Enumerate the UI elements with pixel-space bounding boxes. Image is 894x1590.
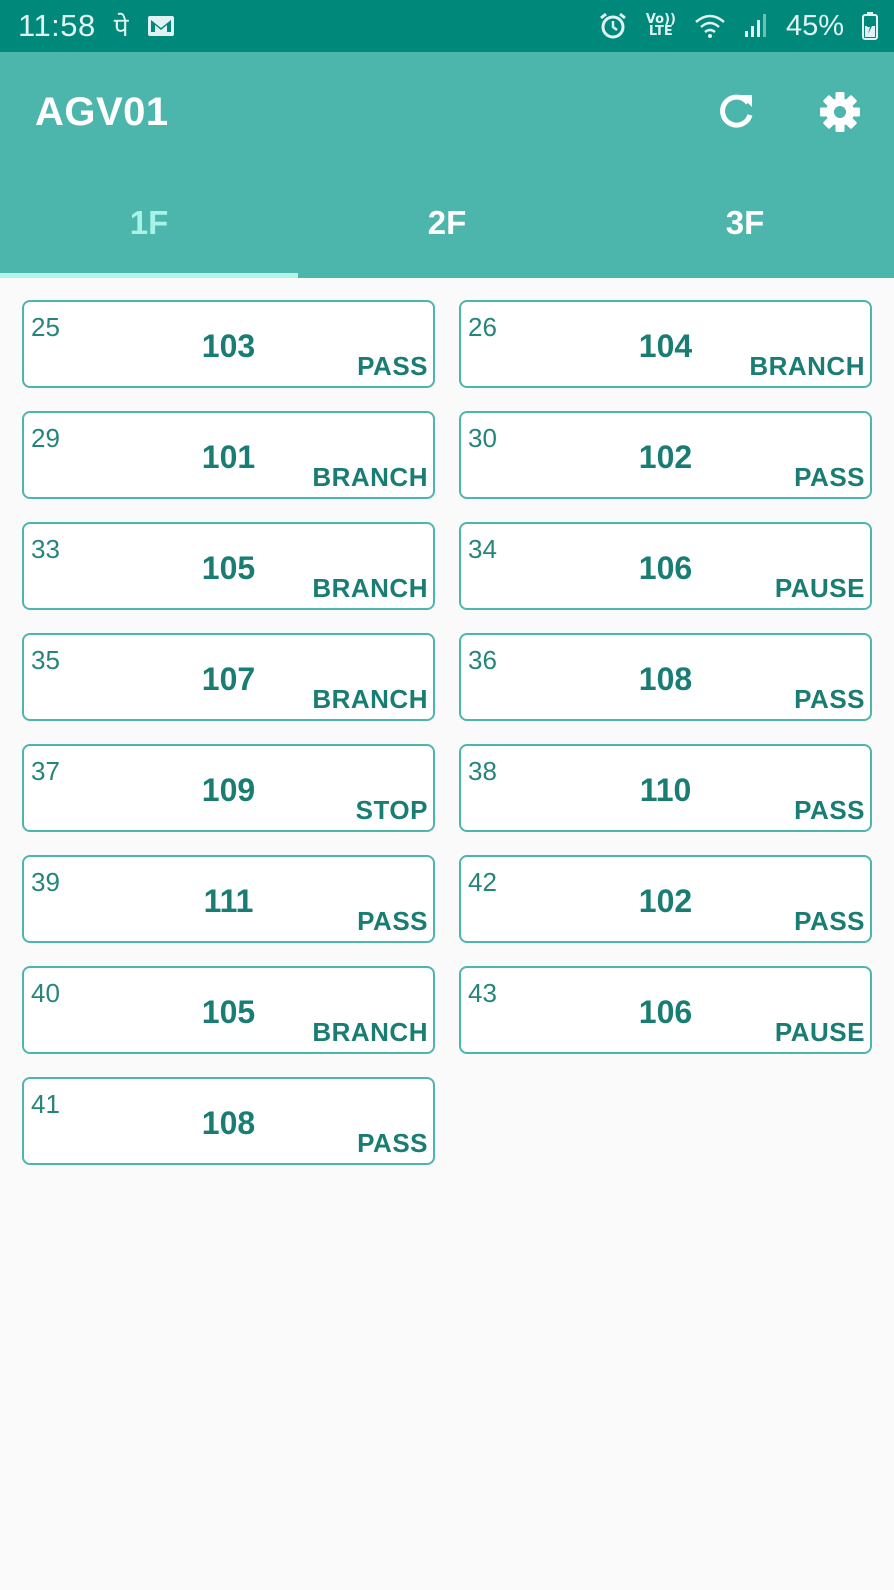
station-card[interactable]: 35 107 BRANCH xyxy=(22,633,435,721)
card-status: PASS xyxy=(357,906,428,936)
status-bar: 11:58 पे Vo)) LTE 45% xyxy=(0,0,894,52)
station-card[interactable]: 42 102 PASS xyxy=(459,855,872,943)
station-card[interactable]: 30 102 PASS xyxy=(459,411,872,499)
station-card[interactable]: 37 109 STOP xyxy=(22,744,435,832)
card-status: STOP xyxy=(355,795,428,825)
lte-label: LTE xyxy=(648,24,673,39)
card-status: BRANCH xyxy=(749,351,865,381)
card-status: PASS xyxy=(794,462,865,492)
alarm-icon xyxy=(598,11,628,41)
card-status: PAUSE xyxy=(774,1017,865,1047)
active-tab-indicator xyxy=(0,273,298,278)
app-bar: AGV01 1F 2F 3F xyxy=(0,52,894,278)
station-card[interactable]: 29 101 BRANCH xyxy=(22,411,435,499)
status-bar-left: 11:58 पे xyxy=(18,8,175,44)
card-status: BRANCH xyxy=(312,684,428,714)
card-status: PASS xyxy=(794,795,865,825)
volte-lte-indicator: Vo)) LTE xyxy=(646,13,676,39)
station-card[interactable]: 41 108 PASS xyxy=(22,1077,435,1165)
wifi-icon xyxy=(694,13,726,39)
station-card[interactable]: 43 106 PAUSE xyxy=(459,966,872,1054)
card-status: BRANCH xyxy=(312,462,428,492)
floor-tabs: 1F 2F 3F xyxy=(0,172,894,278)
card-status: BRANCH xyxy=(312,1017,428,1047)
phonepe-icon: पे xyxy=(113,13,129,43)
battery-icon xyxy=(862,12,878,40)
tab-1f[interactable]: 1F xyxy=(0,172,298,278)
station-card[interactable]: 36 108 PASS xyxy=(459,633,872,721)
card-status: PASS xyxy=(357,351,428,381)
app-title: AGV01 xyxy=(35,90,169,134)
station-card[interactable]: 33 105 BRANCH xyxy=(22,522,435,610)
gmail-icon xyxy=(147,15,175,37)
battery-percent: 45% xyxy=(785,9,844,42)
tab-3f[interactable]: 3F xyxy=(596,172,894,278)
card-status: PAUSE xyxy=(774,573,865,603)
refresh-icon xyxy=(720,94,753,128)
card-status: PASS xyxy=(357,1128,428,1158)
status-bar-right: Vo)) LTE 45% xyxy=(598,10,878,43)
cell-signal-icon xyxy=(744,13,768,39)
station-card[interactable]: 38 110 PASS xyxy=(459,744,872,832)
station-card[interactable]: 40 105 BRANCH xyxy=(22,966,435,1054)
station-grid: 25 103 PASS 26 104 BRANCH 29 101 BRANCH … xyxy=(22,300,872,1165)
refresh-button[interactable] xyxy=(706,82,766,142)
card-status: BRANCH xyxy=(312,573,428,603)
card-status: PASS xyxy=(794,906,865,936)
settings-gear-icon xyxy=(820,92,860,132)
station-card[interactable]: 25 103 PASS xyxy=(22,300,435,388)
status-time: 11:58 xyxy=(18,8,96,43)
station-card[interactable]: 34 106 PAUSE xyxy=(459,522,872,610)
station-card[interactable]: 26 104 BRANCH xyxy=(459,300,872,388)
settings-button[interactable] xyxy=(810,82,870,142)
station-card[interactable]: 39 111 PASS xyxy=(22,855,435,943)
card-status: PASS xyxy=(794,684,865,714)
tab-2f[interactable]: 2F xyxy=(298,172,596,278)
